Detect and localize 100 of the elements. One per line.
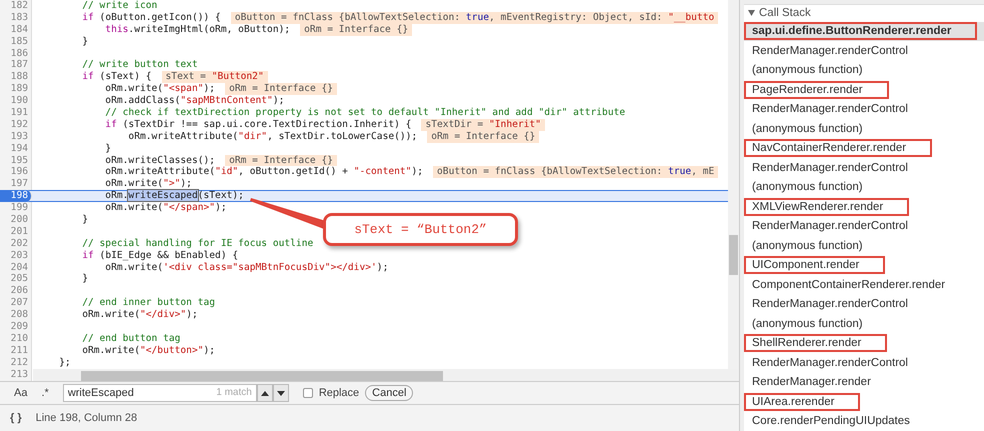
inline-value: oRm = Interface {} xyxy=(225,154,338,166)
line-number: 198 xyxy=(0,190,32,202)
stack-frame[interactable]: UIArea.rerender xyxy=(744,392,860,411)
line-number: 196 xyxy=(0,166,32,178)
inline-value: sText = "Button2" xyxy=(162,71,268,84)
stack-frame[interactable]: Core.renderPendingUIUpdates xyxy=(744,412,936,430)
stack-frame[interactable]: RenderManager.renderControl xyxy=(744,42,934,60)
line-number: 197 xyxy=(0,178,32,190)
code-line: oRm.write("</button>"); xyxy=(81,344,216,357)
line-number: 205 xyxy=(0,273,32,286)
code-line: oRm.write(">"); xyxy=(104,178,192,190)
line-number: 203 xyxy=(0,250,32,262)
stack-frame[interactable]: RenderManager.renderControl xyxy=(744,354,934,372)
stack-frame[interactable]: (anonymous function) xyxy=(744,314,889,333)
cancel-button[interactable]: Cancel xyxy=(365,385,414,401)
line-number: 194 xyxy=(0,142,32,155)
stack-frame[interactable]: (anonymous function) xyxy=(744,178,889,196)
stack-frame[interactable]: NavContainerRenderer.render xyxy=(744,139,932,158)
section-title[interactable]: Call Stack xyxy=(759,7,811,20)
inline-value: oRm = Interface {} xyxy=(427,130,540,143)
code-line: // special handling for IE focus outline xyxy=(81,238,314,250)
stack-frame[interactable]: RenderManager.render xyxy=(744,373,897,392)
line-number: 208 xyxy=(0,309,32,322)
code-line: }; xyxy=(58,356,71,369)
stack-frame[interactable]: PageRenderer.render xyxy=(744,80,889,99)
regex-toggle[interactable]: .* xyxy=(37,387,53,399)
stack-frame[interactable]: RenderManager.renderControl xyxy=(744,100,934,118)
line-number: 212 xyxy=(0,356,32,369)
code-line: this.writeImgHtml(oRm, oButton); xyxy=(104,24,290,36)
code-line: } xyxy=(81,36,88,48)
line-number: 187 xyxy=(0,59,32,72)
code-line: } xyxy=(81,273,88,286)
stack-frame[interactable]: (anonymous function) xyxy=(744,236,889,255)
stack-frame[interactable]: (anonymous function) xyxy=(744,120,889,138)
code-line: if (sText) { xyxy=(81,71,152,84)
inline-value: sTextDir = "Inherit" xyxy=(421,118,545,131)
code-line: if (oButton.getIcon()) { xyxy=(81,12,221,24)
line-number: 202 xyxy=(0,238,32,250)
previous-match-button[interactable] xyxy=(256,384,273,402)
match-case-toggle[interactable]: Aa xyxy=(10,387,32,399)
stack-frame[interactable]: XMLViewRenderer.render xyxy=(744,198,910,216)
inline-value: oButton = fnClass {bAllowTextSelection: true, mE xyxy=(433,166,718,178)
pretty-print-button[interactable]: { } xyxy=(10,412,22,424)
stack-frame[interactable]: RenderManager.renderControl xyxy=(744,295,934,314)
code-line: // write button text xyxy=(81,59,198,72)
line-number: 186 xyxy=(0,48,32,60)
code-line: oRm.writeClasses(); xyxy=(104,154,216,166)
stack-frame[interactable]: RenderManager.renderControl xyxy=(744,217,934,236)
line-number: 207 xyxy=(0,297,32,310)
code-line: oRm.write("<span"); xyxy=(104,83,216,96)
line-number: 183 xyxy=(0,12,32,24)
line-number: 206 xyxy=(0,285,32,298)
code-line: if (bIE_Edge && bEnabled) { xyxy=(81,250,238,262)
replace-label: Replace xyxy=(318,387,360,399)
stack-frame[interactable]: ShellRenderer.render xyxy=(744,334,888,352)
inline-value: oRm = Interface {} xyxy=(225,83,338,96)
callout-note: sText = “Button2” xyxy=(323,213,518,246)
code-line: oRm.write("</div>"); xyxy=(81,309,198,322)
line-number: 199 xyxy=(0,202,32,214)
line-number: 189 xyxy=(0,83,32,96)
caret-up-icon xyxy=(260,390,269,396)
match-count: 1 match xyxy=(216,387,252,398)
line-number: 191 xyxy=(0,107,32,119)
inline-value: oRm = Interface {} xyxy=(300,24,412,36)
code-line: if (sTextDir !== sap.ui.core.TextDirection.Inherit) { xyxy=(104,118,412,131)
code-line: oRm.writeAttribute("id", oButton.getId() + "-content"); xyxy=(104,166,424,178)
inline-value: oButton = fnClass {bAllowTextSelection: true, mEventRegistry: Object, sId: "__butto xyxy=(230,12,718,24)
line-number: 209 xyxy=(0,321,32,333)
code-line: // end inner button tag xyxy=(81,297,216,310)
line-number: 210 xyxy=(0,332,32,345)
code-line: oRm.addClass("sapMBtnContent"); xyxy=(104,95,284,108)
line-number: 190 xyxy=(0,95,32,108)
line-number: 200 xyxy=(0,214,32,226)
code-line: } xyxy=(81,214,88,226)
code-line: // check if textDirection property is not set to default "Inherit" and add "dir" attribute xyxy=(104,107,626,119)
line-number: 182 xyxy=(0,0,32,12)
code-line: oRm.write('<div class="sapMBtnFocusDiv"></div>'); xyxy=(104,262,388,274)
line-number: 193 xyxy=(0,130,32,143)
code-line: oRm.writeAttribute("dir", sTextDir.toLowerCase()); xyxy=(127,130,418,143)
line-number: 195 xyxy=(0,154,32,166)
stack-frame[interactable]: sap.ui.define.ButtonRenderer.render xyxy=(744,22,978,40)
line-number: 211 xyxy=(0,344,32,357)
code-line: oRm.writeEscaped(sText); xyxy=(104,190,244,202)
caret-down-icon xyxy=(276,390,285,396)
replace-checkbox[interactable] xyxy=(302,388,313,398)
line-number: 213 xyxy=(0,368,32,380)
line-number: 192 xyxy=(0,118,32,131)
code-line: // end button tag xyxy=(81,332,180,345)
stack-frame[interactable]: RenderManager.renderControl xyxy=(744,158,934,177)
code-line: } xyxy=(104,142,112,155)
code-line: // write icon xyxy=(81,0,158,12)
stack-frame[interactable]: (anonymous function) xyxy=(744,61,889,80)
expand-icon[interactable] xyxy=(748,10,755,16)
stack-frame[interactable]: UIComponent.render xyxy=(744,256,886,274)
line-number: 204 xyxy=(0,262,32,274)
line-number: 185 xyxy=(0,36,32,48)
line-number: 188 xyxy=(0,71,32,84)
stack-frame[interactable]: ComponentContainerRenderer.render xyxy=(744,276,972,294)
code-line: oRm.write("</span>"); xyxy=(104,202,227,214)
next-match-button[interactable] xyxy=(272,384,289,402)
